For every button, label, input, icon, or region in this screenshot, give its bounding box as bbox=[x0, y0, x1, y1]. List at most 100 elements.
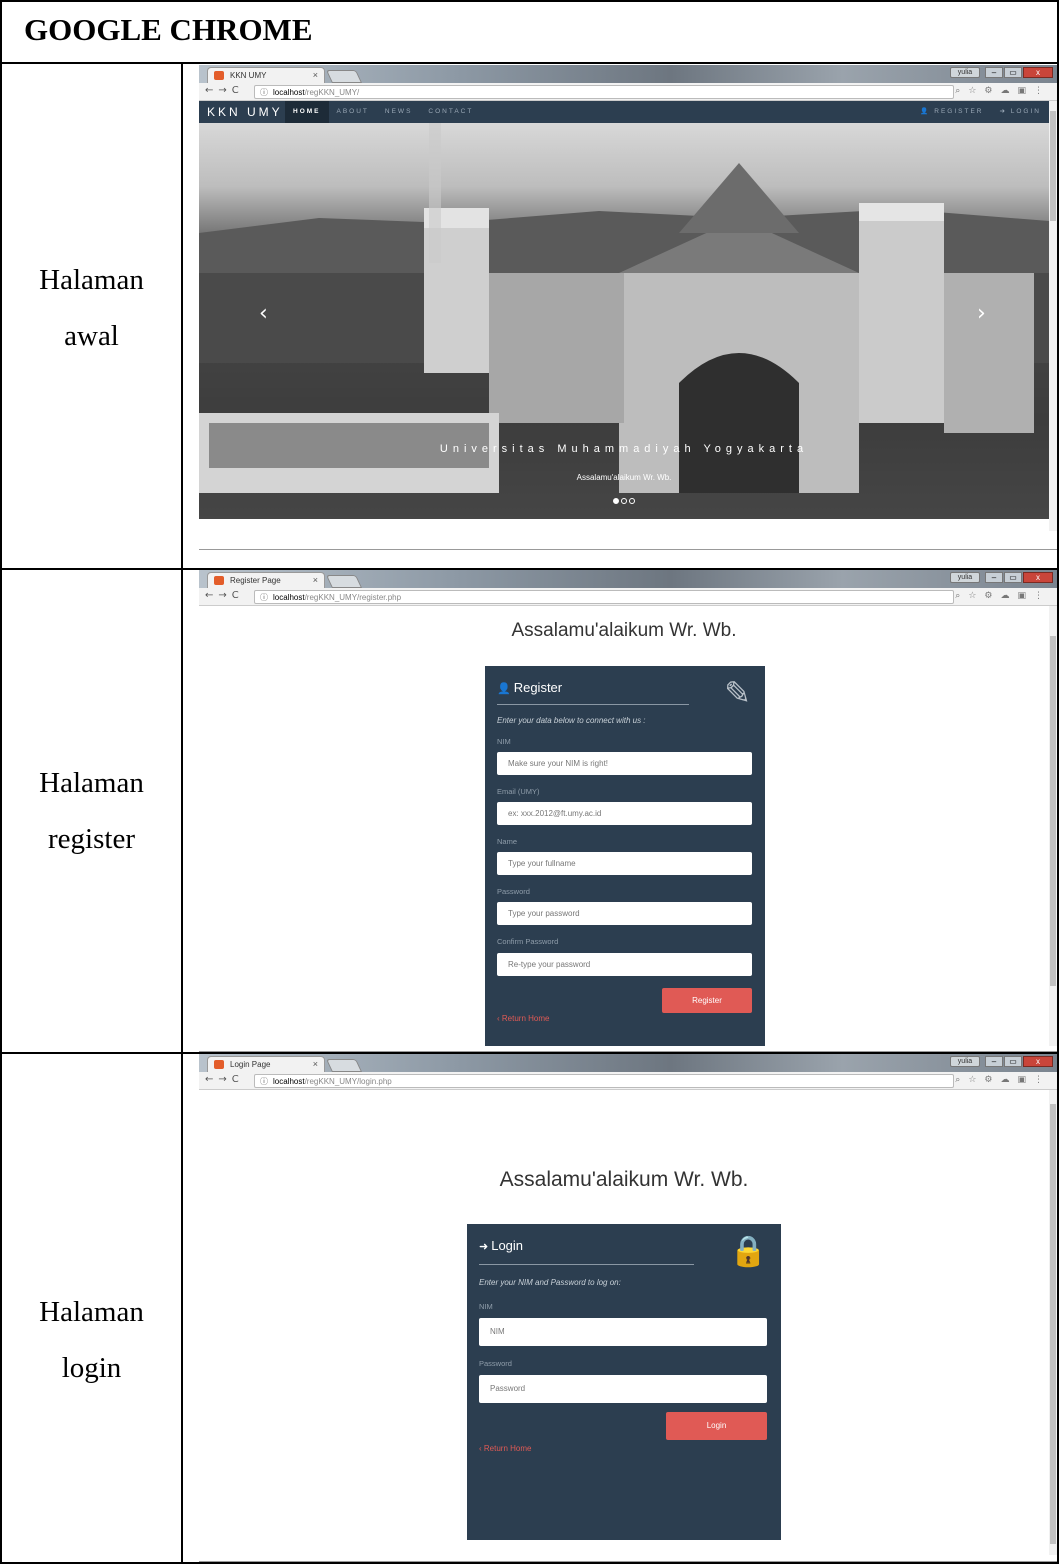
new-tab-button[interactable] bbox=[325, 70, 363, 83]
back-icon[interactable]: ← bbox=[205, 1074, 218, 1085]
new-tab-button[interactable] bbox=[325, 1059, 363, 1072]
carousel-indicators bbox=[199, 491, 1049, 509]
close-window-button[interactable]: x bbox=[1023, 572, 1053, 583]
viewport-bottom-edge bbox=[199, 1051, 1057, 1052]
tab-strip: KKN UMY × yulia – ▭ x bbox=[199, 65, 1057, 83]
reload-icon[interactable]: C bbox=[232, 1074, 244, 1085]
card-title: ➜ Login bbox=[479, 1238, 524, 1253]
scrollbar[interactable] bbox=[1049, 101, 1057, 531]
profile-badge[interactable]: yulia bbox=[950, 1056, 980, 1067]
scrollbar[interactable] bbox=[1049, 1090, 1057, 1555]
carousel-dot[interactable] bbox=[613, 498, 619, 504]
minimize-button[interactable]: – bbox=[985, 572, 1003, 583]
profile-badge[interactable]: yulia bbox=[950, 67, 980, 78]
carousel-next-icon[interactable]: › bbox=[977, 301, 986, 326]
address-bar-row: ←→C ⓘ localhost/regKKN_UMY/ ⌕☆⚙☁▣⋮ bbox=[199, 83, 1057, 101]
login-button[interactable]: Login bbox=[666, 1412, 767, 1440]
extension-icon[interactable]: ⚙ bbox=[984, 86, 1000, 96]
register-button[interactable]: Register bbox=[662, 988, 752, 1013]
cast-icon[interactable]: ▣ bbox=[1017, 1075, 1034, 1085]
star-icon[interactable]: ☆ bbox=[968, 591, 984, 601]
password-input[interactable]: Password bbox=[479, 1375, 767, 1403]
back-icon[interactable]: ← bbox=[205, 590, 218, 601]
hero-carousel: ‹ › Universitas Muhammadiyah Yogyakarta … bbox=[199, 123, 1049, 519]
hero-subcaption: Assalamu'alaikum Wr. Wb. bbox=[576, 473, 672, 482]
maximize-button[interactable]: ▭ bbox=[1004, 572, 1022, 583]
viewport-bottom-edge bbox=[199, 1561, 1057, 1562]
close-tab-icon[interactable]: × bbox=[313, 70, 318, 80]
close-tab-icon[interactable]: × bbox=[313, 1059, 318, 1069]
star-icon[interactable]: ☆ bbox=[968, 1075, 984, 1085]
nim-input[interactable]: Make sure your NIM is right! bbox=[497, 752, 752, 775]
row-label-login: Halaman login bbox=[39, 1296, 144, 1384]
card-intro: Enter your NIM and Password to log on: bbox=[479, 1278, 621, 1287]
card-intro: Enter your data below to connect with us… bbox=[497, 716, 646, 725]
nav-news[interactable]: NEWS bbox=[377, 101, 421, 123]
maximize-button[interactable]: ▭ bbox=[1004, 1056, 1022, 1067]
menu-icon[interactable]: ⋮ bbox=[1034, 591, 1051, 601]
return-home-link[interactable]: ‹ Return Home bbox=[479, 1444, 531, 1453]
nav-contact[interactable]: CONTACT bbox=[420, 101, 481, 123]
back-icon[interactable]: ← bbox=[205, 85, 218, 96]
extension-icon[interactable]: ⚙ bbox=[984, 591, 1000, 601]
browser-tab[interactable]: Login Page × bbox=[207, 1056, 325, 1072]
nav-buttons: ←→C bbox=[205, 85, 244, 96]
new-tab-button[interactable] bbox=[325, 575, 363, 588]
confirm-password-input[interactable]: Re-type your password bbox=[497, 953, 752, 976]
return-home-link[interactable]: ‹ Return Home bbox=[497, 1014, 549, 1023]
cast-icon[interactable]: ▣ bbox=[1017, 591, 1034, 601]
nav-home[interactable]: HOME bbox=[285, 101, 329, 123]
forward-icon[interactable]: → bbox=[218, 590, 231, 601]
nav-about[interactable]: ABOUT bbox=[329, 101, 377, 123]
nim-input[interactable]: NIM bbox=[479, 1318, 767, 1346]
reload-icon[interactable]: C bbox=[232, 590, 244, 601]
carousel-dot[interactable] bbox=[629, 498, 635, 504]
forward-icon[interactable]: → bbox=[218, 1074, 231, 1085]
minimize-button[interactable]: – bbox=[985, 1056, 1003, 1067]
scrollbar-thumb[interactable] bbox=[1050, 111, 1056, 221]
minimize-button[interactable]: – bbox=[985, 67, 1003, 78]
hero-caption: Universitas Muhammadiyah Yogyakarta bbox=[439, 443, 809, 455]
carousel-dot[interactable] bbox=[621, 498, 627, 504]
info-icon[interactable]: ⓘ bbox=[260, 592, 268, 603]
site-brand[interactable]: KKN UMY bbox=[207, 105, 283, 119]
email-input[interactable]: ex: xxx.2012@ft.umy.ac.id bbox=[497, 802, 752, 825]
browser-tab[interactable]: KKN UMY × bbox=[207, 67, 325, 83]
maximize-button[interactable]: ▭ bbox=[1004, 67, 1022, 78]
scrollbar-thumb[interactable] bbox=[1050, 636, 1056, 986]
star-icon[interactable]: ☆ bbox=[968, 86, 984, 96]
url-field[interactable]: ⓘ localhost/regKKN_UMY/register.php bbox=[254, 590, 954, 604]
window-controls: yulia – ▭ x bbox=[950, 1056, 1053, 1068]
close-window-button[interactable]: x bbox=[1023, 1056, 1053, 1067]
cloud-icon[interactable]: ☁ bbox=[1000, 1075, 1017, 1085]
nav-buttons: ←→C bbox=[205, 1074, 244, 1085]
cloud-icon[interactable]: ☁ bbox=[1000, 591, 1017, 601]
extension-icon[interactable]: ⚙ bbox=[984, 1075, 1000, 1085]
profile-badge[interactable]: yulia bbox=[950, 572, 980, 583]
url-field[interactable]: ⓘ localhost/regKKN_UMY/ bbox=[254, 85, 954, 99]
card-title-rule bbox=[497, 704, 689, 705]
scrollbar-thumb[interactable] bbox=[1050, 1104, 1056, 1544]
browser-tab[interactable]: Register Page × bbox=[207, 572, 325, 588]
name-input[interactable]: Type your fullname bbox=[497, 852, 752, 875]
reload-icon[interactable]: C bbox=[232, 85, 244, 96]
zoom-icon[interactable]: ⌕ bbox=[955, 591, 968, 601]
scrollbar[interactable] bbox=[1049, 606, 1057, 1046]
cast-icon[interactable]: ▣ bbox=[1017, 86, 1034, 96]
field-label: NIM bbox=[479, 1302, 493, 1311]
zoom-icon[interactable]: ⌕ bbox=[955, 86, 968, 96]
nav-register[interactable]: 👤 REGISTER bbox=[920, 101, 983, 123]
forward-icon[interactable]: → bbox=[218, 85, 231, 96]
nav-login[interactable]: ➜ LOGIN bbox=[1000, 101, 1042, 123]
close-window-button[interactable]: x bbox=[1023, 67, 1053, 78]
close-tab-icon[interactable]: × bbox=[313, 575, 318, 585]
info-icon[interactable]: ⓘ bbox=[260, 1076, 268, 1087]
cloud-icon[interactable]: ☁ bbox=[1000, 86, 1017, 96]
zoom-icon[interactable]: ⌕ bbox=[955, 1075, 968, 1085]
url-field[interactable]: ⓘ localhost/regKKN_UMY/login.php bbox=[254, 1074, 954, 1088]
menu-icon[interactable]: ⋮ bbox=[1034, 86, 1051, 96]
menu-icon[interactable]: ⋮ bbox=[1034, 1075, 1051, 1085]
info-icon[interactable]: ⓘ bbox=[260, 87, 268, 98]
password-input[interactable]: Type your password bbox=[497, 902, 752, 925]
carousel-prev-icon[interactable]: ‹ bbox=[259, 301, 268, 326]
